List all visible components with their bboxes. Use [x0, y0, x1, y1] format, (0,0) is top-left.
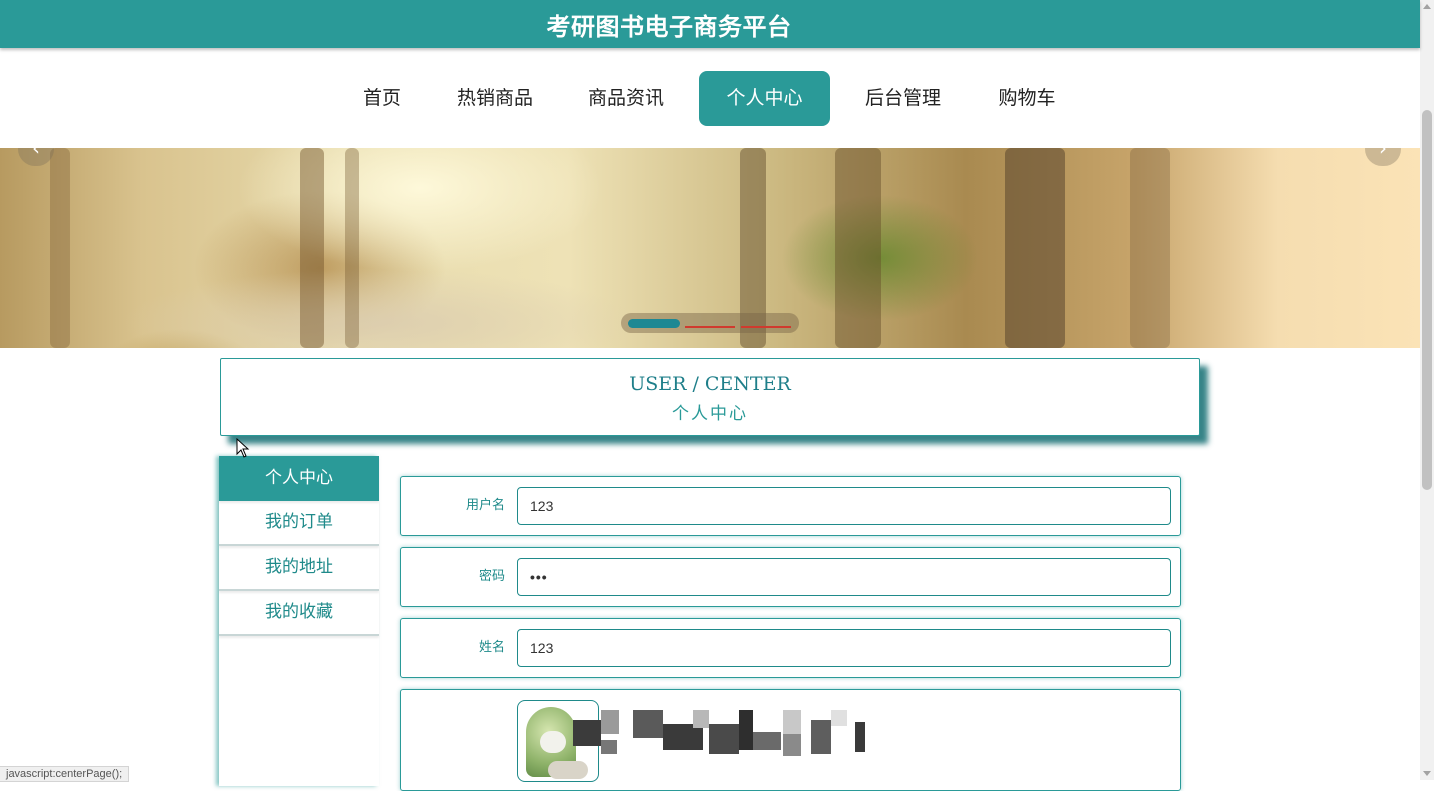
name-input[interactable] — [517, 629, 1171, 667]
carousel-dot[interactable] — [685, 326, 735, 328]
scroll-up-icon[interactable] — [1423, 4, 1431, 9]
password-row: 密码 — [400, 547, 1181, 607]
nav-product-news[interactable]: 商品资讯 — [575, 71, 677, 126]
avatar-face — [540, 731, 566, 753]
sidebar-item-orders[interactable]: 我的订单 — [219, 501, 379, 546]
nav-user-center[interactable]: 个人中心 — [699, 71, 830, 126]
scroll-down-icon[interactable] — [1423, 771, 1431, 776]
nav-admin[interactable]: 后台管理 — [852, 71, 954, 126]
username-row: 用户名 — [400, 476, 1181, 536]
nav-home[interactable]: 首页 — [349, 71, 415, 126]
carousel-dot[interactable] — [741, 326, 791, 328]
banner-tree — [50, 148, 70, 348]
banner-tree — [345, 148, 359, 348]
name-label: 姓名 — [478, 640, 505, 655]
carousel-indicators — [621, 313, 799, 333]
banner-tree — [835, 148, 881, 348]
avatar-row — [400, 689, 1181, 791]
scroll-thumb[interactable] — [1422, 110, 1432, 490]
sidebar-item-addresses[interactable]: 我的地址 — [219, 546, 379, 591]
main-nav: 首页 热销商品 商品资讯 个人中心 后台管理 购物车 — [0, 48, 1420, 148]
password-label: 密码 — [478, 569, 505, 584]
page-scrollbar[interactable] — [1420, 0, 1434, 780]
banner-tree — [1005, 148, 1065, 348]
username-label: 用户名 — [465, 498, 505, 513]
banner-tree — [300, 148, 324, 348]
sidebar-item-favorites[interactable]: 我的收藏 — [219, 591, 379, 636]
top-header-bar: 考研图书电子商务平台 — [0, 0, 1420, 48]
carousel-dot-active[interactable] — [628, 319, 680, 328]
nav-cart[interactable]: 购物车 — [986, 71, 1068, 126]
section-title-box: USER / CENTER 个人中心 — [220, 358, 1200, 436]
mosaic-blur-region — [573, 710, 869, 762]
banner-road — [120, 268, 640, 348]
avatar-body — [548, 761, 588, 779]
section-title-zh: 个人中心 — [672, 404, 748, 424]
section-title-en: USER / CENTER — [629, 373, 791, 395]
sidebar-item-user-center[interactable]: 个人中心 — [219, 456, 379, 501]
banner-tree — [1130, 148, 1170, 348]
username-input[interactable] — [517, 487, 1171, 525]
password-input[interactable] — [517, 558, 1171, 596]
nav-hot-products[interactable]: 热销商品 — [444, 71, 546, 126]
mouse-cursor-icon — [236, 438, 250, 458]
name-row: 姓名 — [400, 618, 1181, 678]
site-title: 考研图书电子商务平台 — [546, 13, 792, 41]
user-sidebar: 个人中心 我的订单 我的地址 我的收藏 — [219, 456, 379, 786]
